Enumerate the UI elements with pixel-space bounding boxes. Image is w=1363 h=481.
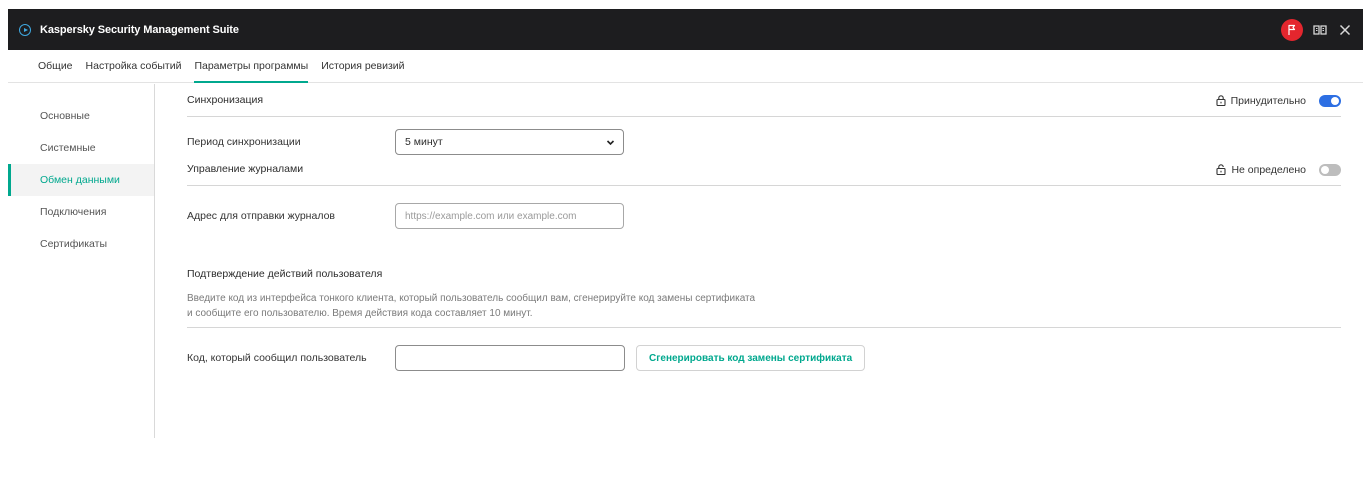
- lock-icon: [1216, 95, 1226, 106]
- unlock-icon: [1216, 164, 1227, 175]
- confirm-description-line1: Введите код из интерфейса тонкого клиент…: [187, 293, 756, 304]
- sync-period-label: Период синхронизации: [187, 136, 301, 148]
- main-content: Синхронизация Принудительно Период синхр…: [187, 84, 1341, 371]
- sync-lock-label: Принудительно: [1230, 94, 1306, 107]
- logs-section-title: Управление журналами: [187, 163, 304, 175]
- sync-period-value: 5 минут: [405, 136, 443, 148]
- tab-bar: Общие Настройка событий Параметры програ…: [8, 50, 1363, 83]
- logs-toggle[interactable]: [1319, 163, 1341, 176]
- title-bar-actions: [1281, 9, 1355, 50]
- generate-code-button[interactable]: Сгенерировать код замены сертификата: [636, 345, 866, 371]
- toggle-knob: [1331, 96, 1339, 105]
- logs-lock-label: Не определено: [1231, 163, 1306, 176]
- title-bar: Kaspersky Security Management Suite: [8, 9, 1363, 50]
- sidebar-item-basic[interactable]: Основные: [8, 100, 154, 132]
- play-circle-icon: [19, 23, 31, 36]
- tab-event-settings[interactable]: Настройка событий: [86, 50, 182, 83]
- tab-revision-history[interactable]: История ревизий: [321, 50, 404, 83]
- sidebar: Основные Системные Обмен данными Подключ…: [8, 84, 155, 438]
- flag-icon[interactable]: [1281, 18, 1303, 41]
- chevron-down-icon: [606, 140, 615, 146]
- book-icon[interactable]: [1312, 22, 1328, 38]
- code-input[interactable]: [395, 345, 625, 371]
- tab-general[interactable]: Общие: [38, 50, 73, 83]
- confirm-title: Подтверждение действий пользователя: [187, 268, 383, 280]
- sync-toggle[interactable]: [1319, 94, 1341, 107]
- app-title: Kaspersky Security Management Suite: [40, 23, 239, 36]
- logs-section-header: Управление журналами Не определено: [187, 153, 1341, 186]
- logs-address-input[interactable]: [395, 203, 624, 229]
- sync-section-title: Синхронизация: [187, 94, 264, 106]
- sidebar-item-system[interactable]: Системные: [8, 132, 154, 164]
- confirm-description: Введите код из интерфейса тонкого клиент…: [187, 291, 827, 321]
- logs-address-label: Адрес для отправки журналов: [187, 210, 335, 222]
- sidebar-item-certificates[interactable]: Сертификаты: [8, 228, 154, 260]
- close-icon[interactable]: [1337, 22, 1353, 38]
- code-label: Код, который сообщил пользователь: [187, 352, 367, 364]
- sync-lock-control: Принудительно: [1216, 84, 1341, 117]
- confirm-block: Подтверждение действий пользователя Введ…: [187, 268, 1341, 371]
- toggle-knob: [1321, 165, 1329, 174]
- divider: [187, 327, 1341, 328]
- sync-period-select[interactable]: 5 минут: [395, 129, 624, 155]
- logs-lock-control: Не определено: [1216, 153, 1341, 186]
- code-row: Код, который сообщил пользователь Сгенер…: [187, 345, 1341, 371]
- tab-app-settings[interactable]: Параметры программы: [194, 50, 308, 83]
- logs-address-row: Адрес для отправки журналов: [187, 186, 1341, 246]
- confirm-description-line2: и сообщите его пользователю. Время дейст…: [187, 308, 533, 319]
- sidebar-item-data-exchange[interactable]: Обмен данными: [8, 164, 154, 196]
- sidebar-item-connections[interactable]: Подключения: [8, 196, 154, 228]
- sync-section-header: Синхронизация Принудительно: [187, 84, 1341, 117]
